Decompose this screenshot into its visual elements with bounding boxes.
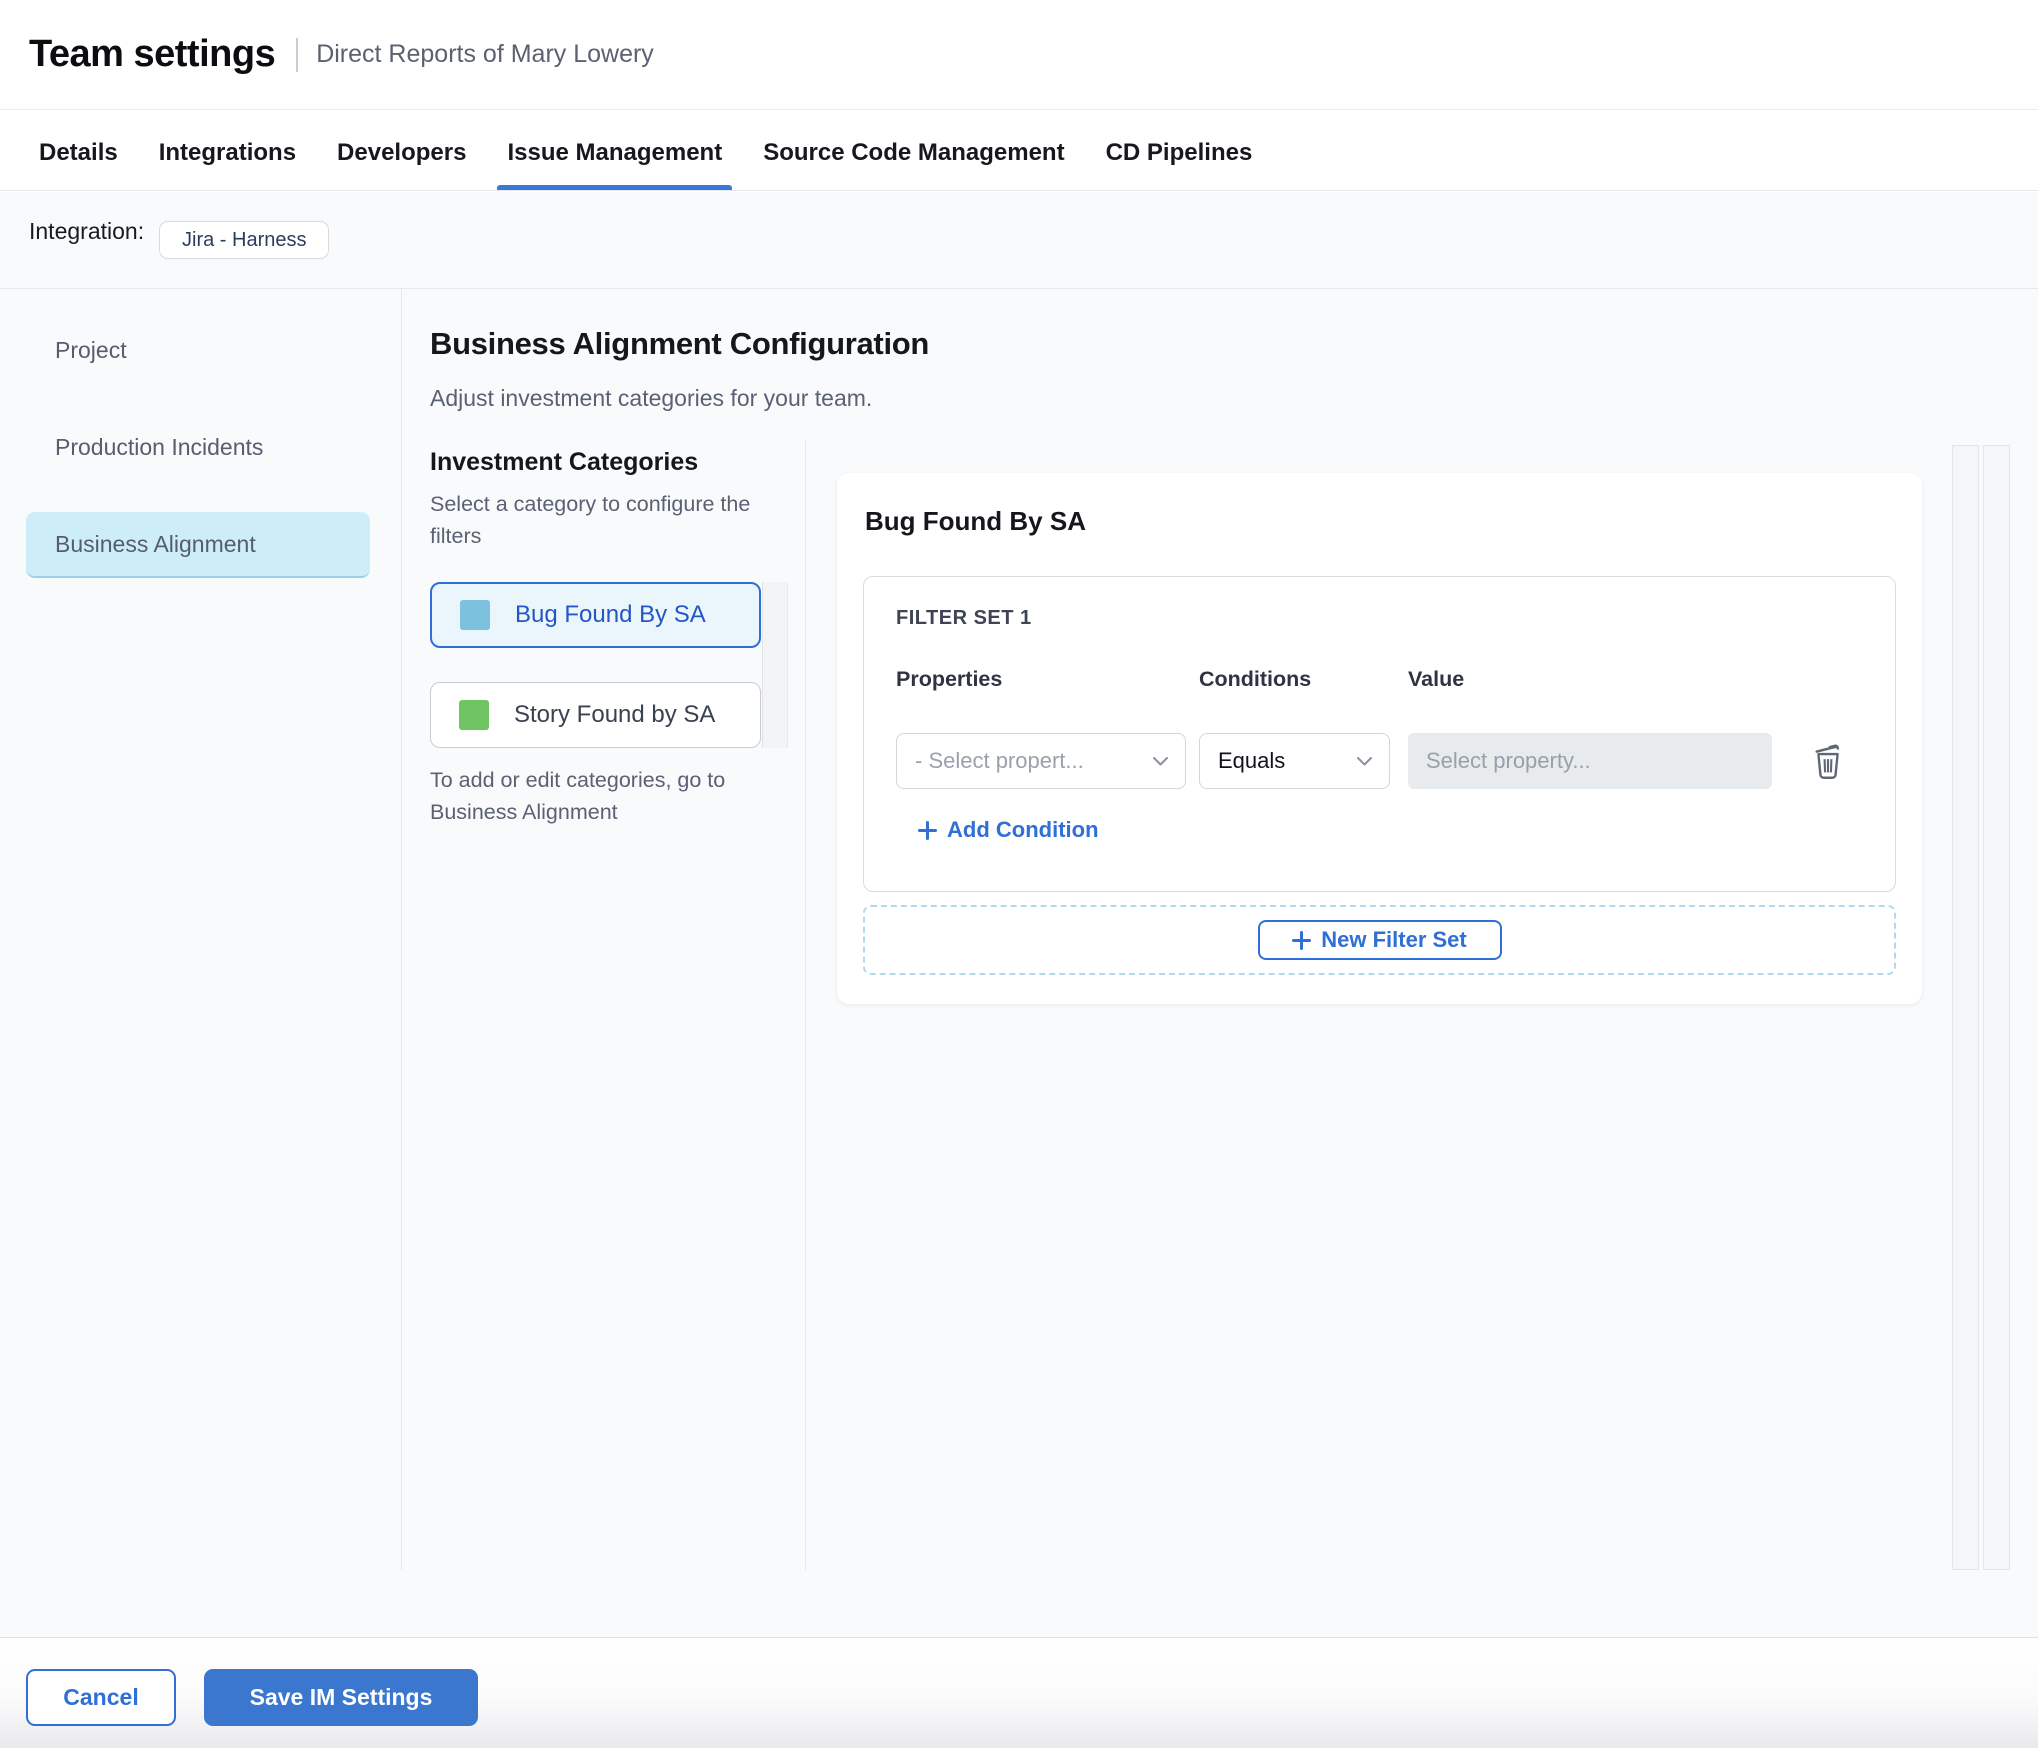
integration-label: Integration: bbox=[29, 218, 145, 244]
sidebar-divider bbox=[401, 289, 402, 1570]
save-im-settings-button[interactable]: Save IM Settings bbox=[204, 1669, 478, 1726]
inner-scrollbar-track[interactable] bbox=[1952, 445, 1979, 1570]
integration-row: Integration: Jira - Harness bbox=[0, 192, 2038, 289]
sidebar-item-business-alignment[interactable]: Business Alignment bbox=[26, 512, 370, 578]
category-label: Story Found by SA bbox=[514, 701, 716, 728]
card-title: Bug Found By SA bbox=[865, 506, 1086, 536]
category-label: Bug Found By SA bbox=[515, 601, 706, 628]
column-header-properties: Properties bbox=[896, 667, 1003, 691]
tab-developers[interactable]: Developers bbox=[327, 116, 476, 190]
value-input[interactable] bbox=[1408, 733, 1772, 789]
content-area: Integration: Jira - Harness Project Prod… bbox=[0, 192, 2038, 1637]
trash-icon bbox=[1811, 742, 1845, 780]
tab-cd-pipelines[interactable]: CD Pipelines bbox=[1096, 116, 1263, 190]
sidebar-item-label: Project bbox=[55, 336, 127, 363]
page-title: Team settings bbox=[29, 33, 276, 75]
page-header: Team settings Direct Reports of Mary Low… bbox=[0, 0, 2038, 110]
investment-categories-heading: Investment Categories bbox=[430, 448, 699, 476]
properties-select-placeholder: - Select propert... bbox=[915, 748, 1084, 773]
section-subheading: Adjust investment categories for your te… bbox=[430, 385, 873, 411]
plus-icon bbox=[918, 820, 937, 840]
outer-scrollbar-track[interactable] bbox=[1983, 445, 2010, 1570]
new-filter-set-dropzone: New Filter Set bbox=[863, 905, 1896, 975]
category-color-swatch bbox=[460, 600, 490, 630]
chevron-down-icon bbox=[1152, 756, 1169, 767]
categories-note: To add or edit categories, go to Busines… bbox=[430, 768, 726, 824]
sidebar-item-project[interactable]: Project bbox=[26, 317, 370, 383]
properties-select[interactable]: - Select propert... bbox=[896, 733, 1186, 789]
plus-icon bbox=[1292, 930, 1312, 950]
column-header-value: Value bbox=[1408, 667, 1465, 691]
new-filter-set-label: New Filter Set bbox=[1321, 927, 1467, 952]
categories-divider bbox=[805, 441, 806, 1570]
tab-source-code-management[interactable]: Source Code Management bbox=[753, 116, 1074, 190]
conditions-select[interactable]: Equals bbox=[1199, 733, 1390, 789]
category-config-card: Bug Found By SA FILTER SET 1 Properties … bbox=[837, 473, 1922, 1004]
title-divider bbox=[296, 37, 299, 72]
add-condition-button[interactable]: Add Condition bbox=[918, 817, 1099, 843]
filter-set-box: FILTER SET 1 Properties Conditions Value… bbox=[863, 576, 1896, 892]
footer-bar: Cancel Save IM Settings bbox=[0, 1637, 2038, 1748]
sidebar-item-label: Business Alignment bbox=[55, 530, 256, 557]
category-color-swatch bbox=[459, 700, 489, 730]
active-tab-underline bbox=[497, 185, 733, 190]
tab-details[interactable]: Details bbox=[29, 116, 128, 190]
category-bug-found-by-sa[interactable]: Bug Found By SA bbox=[430, 582, 761, 648]
category-list-scrollbar[interactable] bbox=[762, 582, 788, 748]
integration-badge[interactable]: Jira - Harness bbox=[159, 221, 330, 259]
sidebar-item-production-incidents[interactable]: Production Incidents bbox=[26, 414, 370, 480]
investment-categories-description: Select a category to configure the filte… bbox=[430, 492, 751, 548]
section-heading: Business Alignment Configuration bbox=[430, 326, 930, 361]
cancel-button[interactable]: Cancel bbox=[26, 1669, 176, 1726]
category-story-found-by-sa[interactable]: Story Found by SA bbox=[430, 682, 761, 748]
new-filter-set-button[interactable]: New Filter Set bbox=[1257, 920, 1502, 960]
tab-bar: Details Integrations Developers Issue Ma… bbox=[0, 110, 2038, 191]
page-subtitle: Direct Reports of Mary Lowery bbox=[316, 40, 654, 68]
tab-integrations[interactable]: Integrations bbox=[149, 116, 306, 190]
sidebar-item-label: Production Incidents bbox=[55, 433, 264, 460]
delete-condition-button[interactable] bbox=[1808, 739, 1848, 783]
tab-issue-management[interactable]: Issue Management bbox=[497, 116, 733, 190]
conditions-select-value: Equals bbox=[1218, 748, 1286, 773]
column-header-conditions: Conditions bbox=[1199, 667, 1312, 691]
chevron-down-icon bbox=[1356, 756, 1373, 767]
filter-set-title: FILTER SET 1 bbox=[896, 607, 1032, 629]
add-condition-label: Add Condition bbox=[947, 817, 1099, 842]
